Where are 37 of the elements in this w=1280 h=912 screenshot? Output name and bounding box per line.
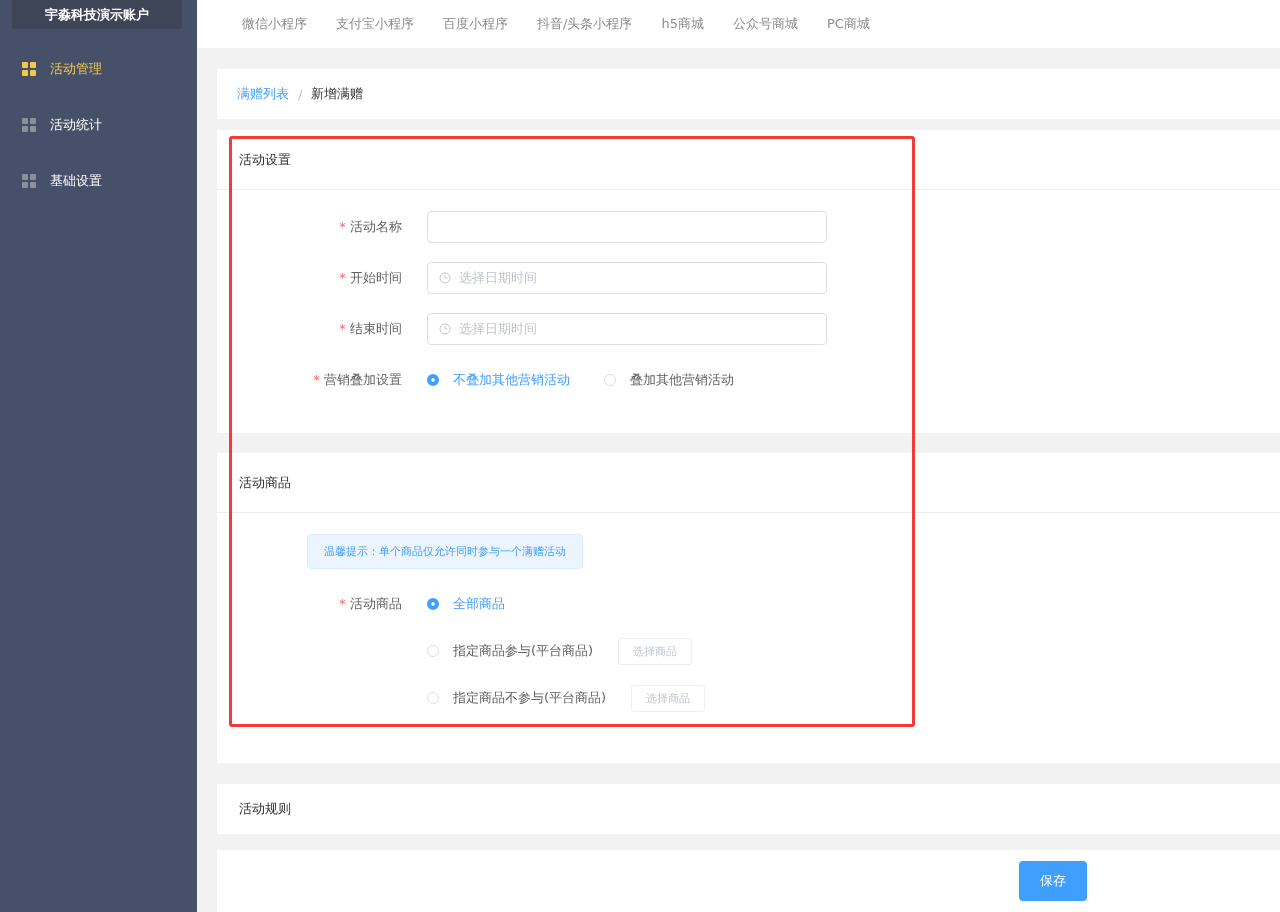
section-title: 活动设置 <box>217 130 1280 190</box>
tip-banner: 温馨提示：单个商品仅允许同时参与一个满赠活动 <box>307 534 583 569</box>
account-name: 宇淼科技演示账户 <box>12 0 182 29</box>
clock-icon <box>439 272 451 284</box>
platform-tab[interactable]: h5商城 <box>661 15 704 33</box>
breadcrumb-separator: / <box>298 86 303 102</box>
date-time-field[interactable]: 选择日期时间 <box>427 262 827 294</box>
grid-icon <box>22 62 36 76</box>
platform-tab[interactable]: 公众号商城 <box>732 15 798 33</box>
section-title: 活动商品 <box>217 453 1280 513</box>
radio-option[interactable]: 全部商品 <box>427 595 505 613</box>
section-title: 活动规则 <box>238 800 292 818</box>
sidebar-item[interactable]: 活动统计 <box>0 97 197 153</box>
input-field[interactable] <box>427 211 827 243</box>
platform-tab[interactable]: 百度小程序 <box>443 15 508 33</box>
breadcrumb-current: 新增满赠 <box>311 85 364 103</box>
breadcrumb-link[interactable]: 满赠列表 <box>237 85 289 103</box>
sidebar-item[interactable]: 活动管理 <box>0 41 197 97</box>
radio-option[interactable]: 指定商品参与(平台商品) <box>427 642 594 660</box>
platform-tab[interactable]: 支付宝小程序 <box>336 15 414 33</box>
field-label: * 活动商品 <box>338 595 403 613</box>
clock-icon <box>439 323 451 335</box>
radio-option[interactable]: 指定商品不参与(平台商品) <box>427 689 607 707</box>
field-label: * 开始时间 <box>338 269 403 287</box>
field-label: * 营销叠加设置 <box>312 371 403 389</box>
grid-icon <box>22 174 36 188</box>
field-label: * 活动名称 <box>338 218 403 236</box>
radio-option[interactable]: 不叠加其他营销活动 <box>427 371 570 389</box>
radio-option[interactable]: 叠加其他营销活动 <box>604 371 734 389</box>
platform-tab[interactable]: 抖音/头条小程序 <box>537 15 633 33</box>
save-button[interactable]: 保存 <box>1019 861 1087 901</box>
platform-tab[interactable]: PC商城 <box>826 15 870 33</box>
date-time-field[interactable]: 选择日期时间 <box>427 313 827 345</box>
platform-tab[interactable]: 微信小程序 <box>242 15 307 33</box>
field-label: * 结束时间 <box>338 320 403 338</box>
sidebar-item[interactable]: 基础设置 <box>0 153 197 209</box>
grid-icon <box>22 118 36 132</box>
